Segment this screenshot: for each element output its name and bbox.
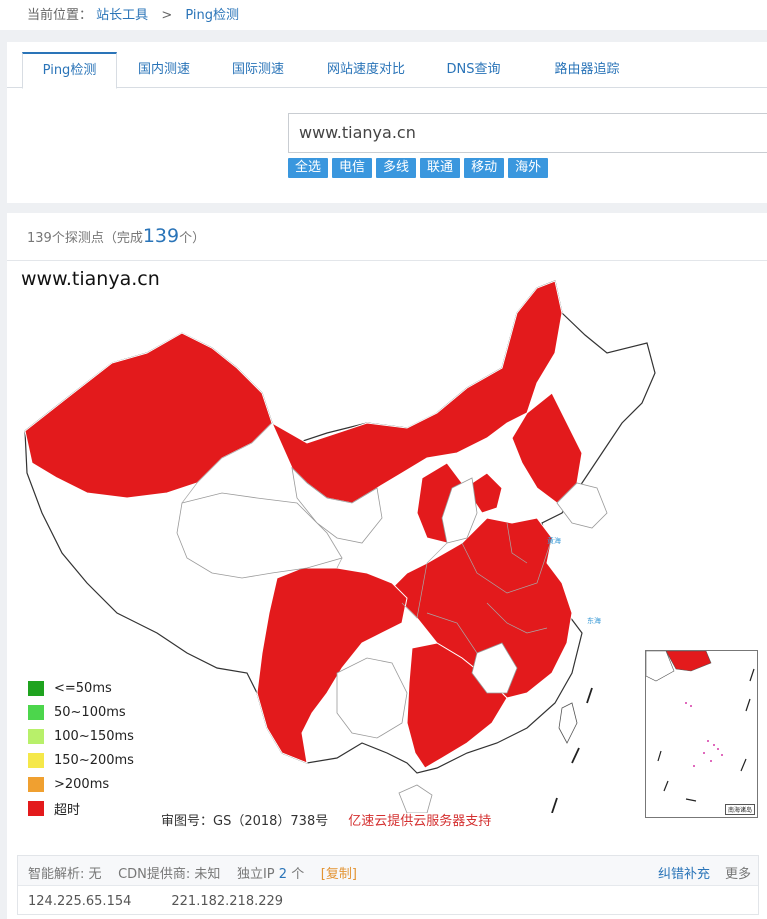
legend-swatch: [28, 680, 44, 696]
filter-all-button[interactable]: 全选: [288, 158, 329, 178]
legend-item: 150~200ms: [28, 748, 134, 772]
probe-completed-count: 139: [142, 225, 180, 247]
cdn-value: 未知: [194, 867, 221, 882]
result-info: 智能解析: 无 CDN提供商: 未知 独立IP 2 个 [复制] 纠错补充 更多…: [17, 855, 759, 915]
filter-mobile-button[interactable]: 移动: [464, 158, 505, 178]
filter-overseas-button[interactable]: 海外: [508, 158, 549, 178]
legend-label: <=50ms: [54, 680, 112, 696]
tool-panel: Ping检测 国内测速 国际测速 网站速度对比 DNS查询 路由器追踪 www.…: [7, 42, 767, 203]
map-title: www.tianya.cn: [21, 268, 160, 290]
filter-telecom-button[interactable]: 电信: [332, 158, 373, 178]
domain-input[interactable]: www.tianya.cn: [288, 113, 767, 153]
breadcrumb-item-ping[interactable]: Ping检测: [185, 8, 239, 23]
cdn-label: CDN提供商:: [118, 867, 191, 882]
probe-status-suffix: 个）: [179, 231, 206, 246]
tab-bar: Ping检测 国内测速 国际测速 网站速度对比 DNS查询 路由器追踪: [7, 52, 767, 89]
tab-domestic-speed[interactable]: 国内测速: [119, 52, 209, 88]
map-credits: 审图号：GS（2018）738号 亿速云提供云服务器支持: [161, 810, 491, 829]
sponsor-link[interactable]: 亿速云提供云服务器支持: [348, 814, 491, 829]
legend-item: <=50ms: [28, 676, 134, 700]
feedback-link[interactable]: 纠错补充: [658, 863, 710, 882]
legend-swatch: [28, 704, 44, 720]
filter-unicom-button[interactable]: 联通: [420, 158, 461, 178]
copy-button[interactable]: [复制]: [321, 867, 357, 882]
breadcrumb-separator: >: [161, 8, 173, 23]
legend-swatch: [28, 800, 44, 816]
legend-item: 超时: [28, 796, 134, 820]
probe-status: 139个探测点（完成139个）: [27, 225, 205, 247]
region-taiwan: [558, 702, 578, 744]
tab-speed-compare[interactable]: 网站速度对比: [311, 52, 421, 88]
filter-multiline-button[interactable]: 多线: [376, 158, 417, 178]
legend-label: 50~100ms: [54, 704, 126, 720]
ip-count: 2: [278, 867, 288, 882]
dns-value: 无: [88, 867, 102, 882]
legend-swatch: [28, 752, 44, 768]
region-hainan-white: [398, 784, 433, 813]
tab-ping[interactable]: Ping检测: [22, 52, 117, 89]
probe-status-prefix: 139个探测点（完成: [27, 231, 143, 246]
south-china-sea-inset: 南海诸岛: [645, 650, 758, 818]
legend-label: >200ms: [54, 776, 110, 792]
tab-dns-query[interactable]: DNS查询: [427, 52, 520, 88]
inset-label: 南海诸岛: [724, 804, 755, 815]
svg-text:东海: 东海: [587, 616, 601, 625]
breadcrumb-prefix: 当前位置：: [27, 8, 93, 23]
inset-map: [646, 651, 755, 802]
legend-label: 150~200ms: [54, 752, 134, 768]
legend-item: >200ms: [28, 772, 134, 796]
ip-label: 独立IP: [236, 867, 275, 882]
filter-buttons: 全选 电信 多线 联通 移动 海外: [288, 158, 552, 178]
ip-address[interactable]: 221.182.218.229: [171, 894, 283, 909]
tab-traceroute[interactable]: 路由器追踪: [527, 52, 647, 88]
breadcrumb: 当前位置： 站长工具 > Ping检测: [0, 0, 767, 30]
legend-item: 50~100ms: [28, 700, 134, 724]
dns-label: 智能解析:: [28, 867, 85, 882]
legend-swatch: [28, 728, 44, 744]
result-panel: 139个探测点（完成139个） 黄海 东海 www.tianya.cn <=50…: [7, 213, 767, 919]
legend-label: 超时: [54, 802, 81, 818]
info-summary-row: 智能解析: 无 CDN提供商: 未知 独立IP 2 个 [复制] 纠错补充 更多: [18, 856, 758, 886]
ip-address[interactable]: 124.225.65.154: [28, 894, 131, 909]
legend-item: 100~150ms: [28, 724, 134, 748]
legend-label: 100~150ms: [54, 728, 134, 744]
approval-number: 审图号：GS（2018）738号: [161, 814, 329, 829]
legend-swatch: [28, 776, 44, 792]
tab-international-speed[interactable]: 国际测速: [213, 52, 303, 88]
ip-list: 124.225.65.154 221.182.218.229: [28, 894, 323, 909]
svg-text:黄海: 黄海: [547, 536, 561, 545]
breadcrumb-item-tools[interactable]: 站长工具: [96, 8, 148, 23]
divider: [7, 260, 767, 261]
more-link[interactable]: 更多: [725, 863, 751, 882]
ip-unit: 个: [291, 867, 305, 882]
latency-legend: <=50ms 50~100ms 100~150ms 150~200ms >200…: [28, 676, 134, 820]
